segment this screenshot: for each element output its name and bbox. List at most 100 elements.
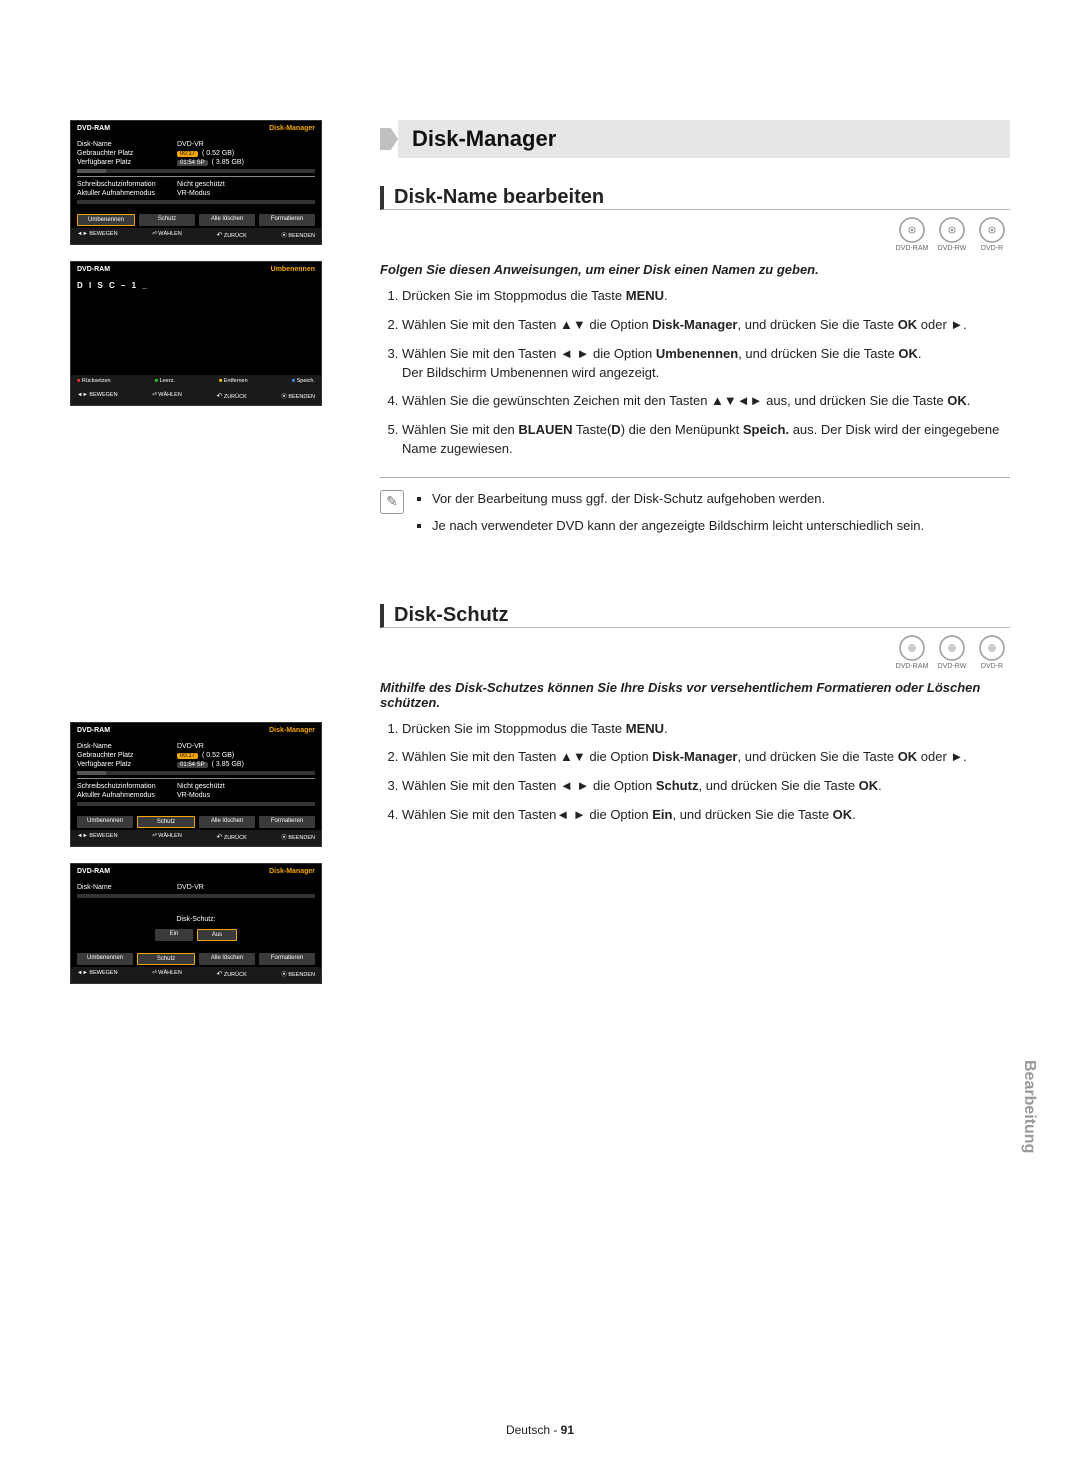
- osd-title: Disk-Manager: [269, 727, 315, 734]
- val: DVD-VR: [177, 743, 315, 750]
- text: ( 0.52 GB): [202, 150, 234, 157]
- text: ( 0.52 GB): [202, 752, 234, 759]
- pill: 01:54 SP: [177, 160, 208, 166]
- step: Wählen Sie mit den Tasten◄ ► die Option …: [402, 806, 1010, 825]
- osd-btn-protect: Schutz: [137, 816, 195, 828]
- step: Wählen Sie mit den Tasten ◄ ► die Option…: [402, 345, 1010, 383]
- val: VR-Modus: [177, 792, 315, 799]
- section1-intro: Folgen Sie diesen Anweisungen, um einer …: [380, 262, 1010, 277]
- f-back: ↶ ZURÜCK: [216, 392, 246, 400]
- osd-btn-delete: Alle löschen: [199, 214, 255, 226]
- section-heading-1: Disk-Name bearbeiten: [380, 186, 1010, 210]
- arrow-marker-icon: [380, 128, 398, 150]
- osd-disk-manager-1: DVD-RAM Disk-Manager Disk-NameDVD-VR Geb…: [70, 120, 322, 245]
- f-exit: ⦿ BEENDEN: [281, 833, 315, 841]
- section1-steps: Drücken Sie im Stoppmodus die Taste MENU…: [380, 287, 1010, 459]
- note-item: Je nach verwendeter DVD kann der angezei…: [432, 517, 924, 536]
- progress-bar: [77, 169, 315, 173]
- pill: 00:17: [177, 753, 198, 759]
- divider: [380, 477, 1010, 478]
- note-icon: ✎: [380, 490, 404, 514]
- section2-intro: Mithilfe des Disk-Schutzes können Sie Ih…: [380, 680, 1010, 710]
- osd-btn-format: Formatieren: [259, 214, 315, 226]
- osd-btn-protect: Schutz: [137, 953, 195, 965]
- f-move: ◄► BEWEGEN: [77, 231, 118, 239]
- osd-medium: DVD-RAM: [77, 868, 110, 875]
- lbl: Disk-Name: [77, 884, 177, 891]
- osd-medium: DVD-RAM: [77, 727, 110, 734]
- f-select: ⏎ WÄHLEN: [152, 392, 182, 400]
- lbl: Aktuller Aufnahmemodus: [77, 190, 177, 197]
- lbl: Gebrauchter Platz: [77, 150, 177, 157]
- osd-disk-manager-2: DVD-RAM Disk-Manager Disk-NameDVD-VR Geb…: [70, 722, 322, 847]
- lbl: Schreibschutzinformation: [77, 783, 177, 790]
- lbl: Disk-Name: [77, 141, 177, 148]
- f-back: ↶ ZURÜCK: [216, 970, 246, 978]
- val: DVD-VR: [177, 141, 315, 148]
- disc-icons: DVD-RAMDVD-RWDVD-R: [380, 634, 1010, 670]
- lbl: Verfügbarer Platz: [77, 761, 177, 768]
- f-b: ■ Leerz.: [155, 378, 175, 384]
- val: 00:17 ( 0.52 GB): [177, 150, 315, 157]
- val: Nicht geschützt: [177, 783, 315, 790]
- protect-off: Aus: [197, 929, 237, 941]
- osd-medium: DVD-RAM: [77, 125, 110, 132]
- f-move: ◄► BEWEGEN: [77, 970, 118, 978]
- disc-label: D I S C – 1 _: [77, 281, 149, 290]
- section2-steps: Drücken Sie im Stoppmodus die Taste MENU…: [380, 720, 1010, 825]
- val: VR-Modus: [177, 190, 315, 197]
- val: DVD-VR: [177, 884, 315, 891]
- osd-btn-rename: Umbenennen: [77, 953, 133, 965]
- pill: 01:54 SP: [177, 762, 208, 768]
- disc-icon: DVD-RW: [934, 634, 970, 670]
- f-exit: ⦿ BEENDEN: [281, 970, 315, 978]
- val: 01:54 SP ( 3.85 GB): [177, 761, 315, 768]
- progress-bar: [77, 802, 315, 806]
- disc-icons: DVD-RAMDVD-RWDVD-R: [380, 216, 1010, 252]
- f-select: ⏎ WÄHLEN: [152, 970, 182, 978]
- protect-title: Disk-Schutz:: [71, 916, 321, 923]
- lbl: Disk-Name: [77, 743, 177, 750]
- page-footer: Deutsch - 91: [0, 1423, 1080, 1437]
- pill: 00:17: [177, 151, 198, 157]
- step: Wählen Sie mit den BLAUEN Taste(D) die d…: [402, 421, 1010, 459]
- disc-icon: DVD-R: [974, 634, 1010, 670]
- step: Drücken Sie im Stoppmodus die Taste MENU…: [402, 287, 1010, 306]
- f-c: ■ Entfernen: [219, 378, 248, 384]
- osd-title: Disk-Manager: [269, 868, 315, 875]
- osd-btn-format: Formatieren: [259, 816, 315, 828]
- note-item: Vor der Bearbeitung muss ggf. der Disk-S…: [432, 490, 924, 509]
- osd-btn-protect: Schutz: [139, 214, 195, 226]
- osd-btn-format: Formatieren: [259, 953, 315, 965]
- text: ( 3.85 GB): [212, 761, 244, 768]
- disc-icon: DVD-RW: [934, 216, 970, 252]
- lbl: Aktuller Aufnahmemodus: [77, 792, 177, 799]
- f-d: ■ Speich.: [292, 378, 315, 384]
- f-back: ↶ ZURÜCK: [216, 231, 246, 239]
- osd-rename: DVD-RAM Umbenennen D I S C – 1 _ ■ Rücks…: [70, 261, 322, 406]
- f-select: ⏎ WÄHLEN: [152, 231, 182, 239]
- step: Drücken Sie im Stoppmodus die Taste MENU…: [402, 720, 1010, 739]
- section1-notes: Vor der Bearbeitung muss ggf. der Disk-S…: [414, 490, 924, 544]
- page-title: Disk-Manager: [398, 120, 1010, 158]
- osd-protect: DVD-RAM Disk-Manager Disk-NameDVD-VR Dis…: [70, 863, 322, 984]
- f-move: ◄► BEWEGEN: [77, 833, 118, 841]
- text: ( 3.85 GB): [212, 159, 244, 166]
- val: 01:54 SP ( 3.85 GB): [177, 159, 315, 166]
- side-tab: Bearbeitung: [1020, 1060, 1038, 1153]
- step: Wählen Sie mit den Tasten ◄ ► die Option…: [402, 777, 1010, 796]
- osd-btn-rename: Umbenennen: [77, 816, 133, 828]
- f-a: ■ Rücksetzen: [77, 378, 111, 384]
- step: Wählen Sie mit den Tasten ▲▼ die Option …: [402, 316, 1010, 335]
- lbl: Schreibschutzinformation: [77, 181, 177, 188]
- osd-btn-delete: Alle löschen: [199, 816, 255, 828]
- osd-title: Disk-Manager: [269, 125, 315, 132]
- f-exit: ⦿ BEENDEN: [281, 392, 315, 400]
- val: Nicht geschützt: [177, 181, 315, 188]
- lbl: Verfügbarer Platz: [77, 159, 177, 166]
- step: Wählen Sie mit den Tasten ▲▼ die Option …: [402, 748, 1010, 767]
- section-heading-2: Disk-Schutz: [380, 604, 1010, 628]
- f-move: ◄► BEWEGEN: [77, 392, 118, 400]
- osd-title: Umbenennen: [271, 266, 315, 273]
- progress-bar: [77, 200, 315, 204]
